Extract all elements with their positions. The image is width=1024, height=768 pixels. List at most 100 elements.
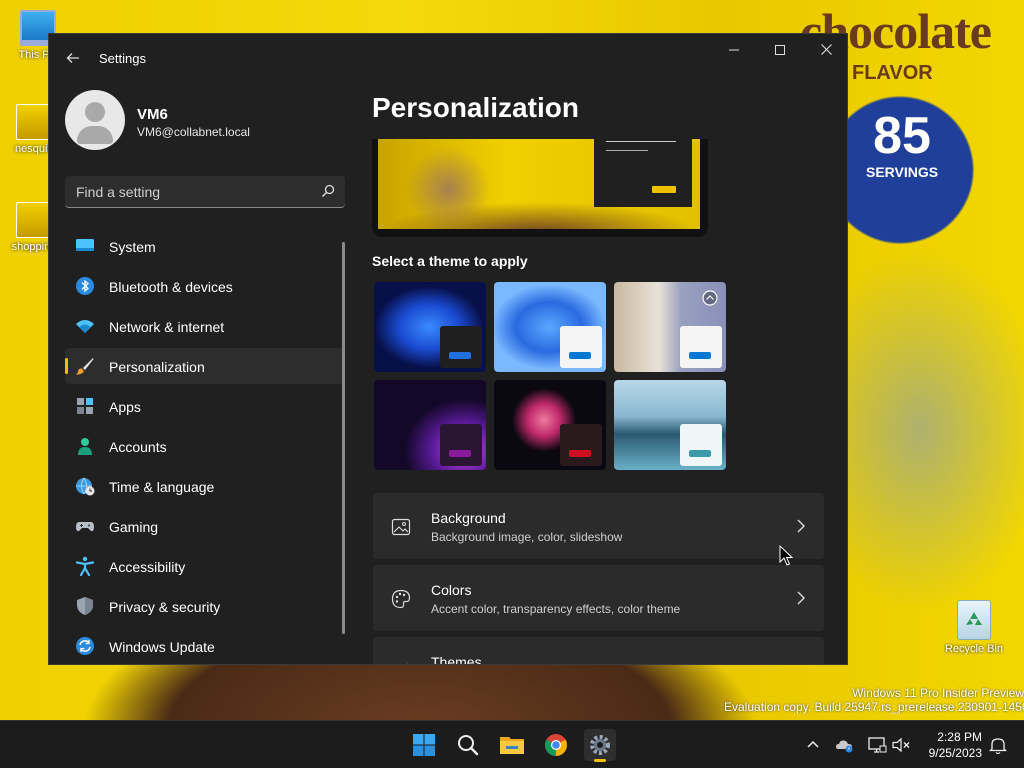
chrome-icon <box>545 734 567 756</box>
background-setting-card[interactable]: Background Background image, color, slid… <box>373 493 824 559</box>
theme-grid <box>374 282 728 472</box>
theme-mini-window <box>440 326 482 368</box>
settings-taskbar-button[interactable] <box>584 729 616 762</box>
sidebar-item-label: Gaming <box>109 519 159 535</box>
desktop-icon-label: Recycle Bin <box>944 643 1004 655</box>
page-title: Personalization <box>372 92 579 123</box>
maximize-button[interactable] <box>757 34 803 66</box>
sidebar-scrollbar[interactable] <box>342 242 345 634</box>
sidebar-item-privacy-security[interactable]: Privacy & security <box>65 588 345 624</box>
theme-mini-window <box>680 424 722 466</box>
chevron-up-icon[interactable] <box>801 733 825 757</box>
sidebar-item-apps[interactable]: Apps <box>65 388 345 424</box>
apps-icon <box>77 398 93 414</box>
chrome-button[interactable] <box>540 729 572 761</box>
folder-icon <box>500 737 524 754</box>
sidebar-item-system[interactable]: System <box>65 228 345 264</box>
theme-mini-window <box>680 326 722 368</box>
image-icon <box>391 518 411 536</box>
theme-tile-glow[interactable] <box>614 282 726 372</box>
theme-tile-captured-motion[interactable] <box>374 380 486 470</box>
theme-mini-window <box>560 424 602 466</box>
search-icon <box>322 184 335 197</box>
theme-accent-swatch <box>449 450 471 457</box>
wallpaper-badge-sub: SERVINGS <box>866 164 939 180</box>
search-taskbar-button[interactable] <box>452 729 484 761</box>
watermark-line-2: Evaluation copy. Build 25947.rs_prerelea… <box>724 700 1024 714</box>
sidebar-item-personalization[interactable]: Personalization <box>65 348 345 384</box>
image-file-icon <box>16 104 52 140</box>
preview-line <box>606 141 676 142</box>
sidebar-item-accessibility[interactable]: Accessibility <box>65 548 345 584</box>
theme-accent-swatch <box>569 352 591 359</box>
card-subtitle: Accent color, transparency effects, colo… <box>431 602 681 616</box>
bluetooth-icon <box>76 277 94 295</box>
gamepad-icon <box>76 522 94 532</box>
file-explorer-button[interactable] <box>496 729 528 761</box>
user-email: VM6@collabnet.local <box>137 125 250 139</box>
sidebar-item-accounts[interactable]: Accounts <box>65 428 345 464</box>
avatar-torso <box>77 126 113 144</box>
palette-icon <box>391 589 411 609</box>
onedrive-icon[interactable] <box>833 733 857 757</box>
minimize-button[interactable] <box>711 34 757 66</box>
wallpaper-subtext: FLAVOR <box>852 62 933 84</box>
start-button[interactable] <box>408 729 440 761</box>
title-bar[interactable]: Settings <box>49 34 847 82</box>
globe-clock-icon <box>76 477 95 496</box>
close-button[interactable] <box>803 34 847 66</box>
monitor-icon <box>76 239 94 251</box>
paintbrush-icon <box>76 358 94 375</box>
theme-accent-swatch <box>689 352 711 359</box>
update-icon <box>76 637 94 655</box>
card-subtitle: Background image, color, slideshow <box>431 530 623 544</box>
wifi-icon <box>76 320 94 333</box>
theme-accent-swatch <box>569 450 591 457</box>
clock-time: 2:28 PM <box>937 730 982 744</box>
colors-setting-card[interactable]: Colors Accent color, transparency effect… <box>373 565 824 631</box>
card-title: Themes <box>431 654 482 665</box>
theme-preview <box>372 139 708 237</box>
sidebar-item-label: Windows Update <box>109 639 215 655</box>
back-arrow-icon <box>66 53 79 63</box>
sidebar-item-bluetooth[interactable]: Bluetooth & devices <box>65 268 345 304</box>
sidebar-item-windows-update[interactable]: Windows Update <box>65 628 345 664</box>
desktop-icon-recycle-bin[interactable]: Recycle Bin <box>944 600 1004 655</box>
brush-icon <box>407 663 408 664</box>
shield-icon <box>77 597 93 615</box>
window-title: Settings <box>99 51 146 66</box>
sidebar-item-label: Accessibility <box>109 559 186 575</box>
theme-tile-windows-light[interactable] <box>494 282 606 372</box>
sidebar-item-label: Bluetooth & devices <box>109 279 233 295</box>
wallpaper-badge-number: 85 <box>873 107 931 165</box>
person-icon <box>78 438 92 455</box>
search-input[interactable] <box>65 176 315 207</box>
sidebar-item-network[interactable]: Network & internet <box>65 308 345 344</box>
theme-section-label: Select a theme to apply <box>372 253 528 269</box>
sidebar-item-label: Network & internet <box>109 319 225 335</box>
avatar[interactable] <box>65 90 125 150</box>
back-button[interactable] <box>61 46 85 70</box>
gear-icon <box>590 735 610 755</box>
sidebar-item-label: Personalization <box>109 359 205 375</box>
network-icon[interactable] <box>865 733 889 757</box>
search-icon <box>458 735 479 756</box>
sidebar-item-gaming[interactable]: Gaming <box>65 508 345 544</box>
watermark-line-1: Windows 11 Pro Insider Preview <box>852 686 1024 700</box>
theme-tile-sunrise[interactable] <box>614 380 726 470</box>
volume-muted-icon[interactable] <box>889 733 913 757</box>
theme-mini-window <box>560 326 602 368</box>
sidebar-item-time-language[interactable]: Time & language <box>65 468 345 504</box>
themes-setting-card[interactable]: Themes <box>373 637 824 665</box>
windows-logo-icon <box>413 734 435 756</box>
clock-date: 9/25/2023 <box>928 746 982 760</box>
sidebar-item-label: Apps <box>109 399 141 415</box>
notification-bell-icon[interactable] <box>986 733 1010 757</box>
preview-line <box>606 150 648 151</box>
theme-tile-windows-dark[interactable] <box>374 282 486 372</box>
search-box[interactable] <box>65 176 345 208</box>
taskbar-clock[interactable]: 2:28 PM 9/25/2023 <box>916 729 982 761</box>
sidebar-item-label: Privacy & security <box>109 599 221 615</box>
user-name: VM6 <box>137 106 168 123</box>
theme-tile-flow[interactable] <box>494 380 606 470</box>
